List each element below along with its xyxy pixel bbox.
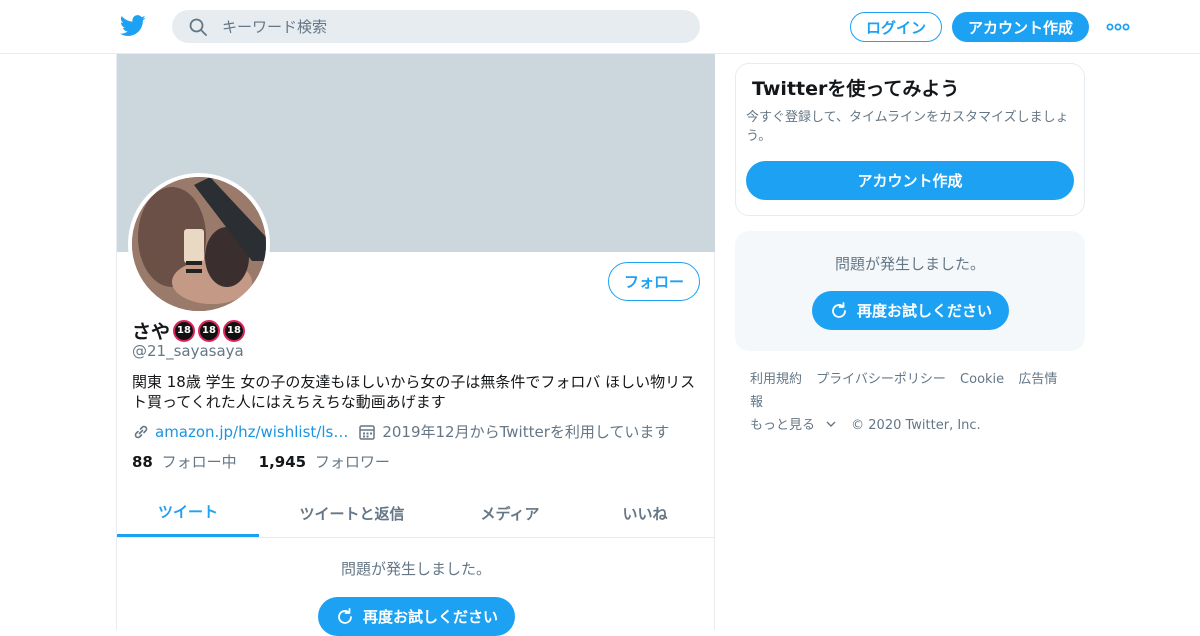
age-18-badge: 18 bbox=[198, 319, 221, 342]
followers-label: フォロワー bbox=[314, 453, 390, 471]
signup-card-button[interactable]: アカウント作成 bbox=[746, 161, 1074, 200]
timeline-retry-button[interactable]: 再度お試しください bbox=[318, 597, 515, 636]
tab-tweets[interactable]: ツイート bbox=[117, 489, 259, 537]
profile-name: さや 18 18 18 bbox=[132, 317, 246, 344]
copyright-text: © 2020 Twitter, Inc. bbox=[851, 418, 981, 433]
refresh-icon bbox=[338, 607, 352, 624]
link-icon bbox=[134, 425, 148, 438]
search-icon bbox=[189, 18, 207, 36]
followers-stat[interactable]: 1,945 フォロワー bbox=[259, 451, 390, 472]
search-input[interactable] bbox=[222, 10, 682, 43]
sidebar-retry-button[interactable]: 再度お試しください bbox=[812, 291, 1009, 330]
footer-link-terms[interactable]: 利用規約 bbox=[750, 372, 802, 387]
footer-more-label: もっと見る bbox=[750, 418, 816, 433]
more-dots-icon[interactable] bbox=[1106, 22, 1130, 32]
footer-link-privacy[interactable]: プライバシーポリシー bbox=[816, 372, 946, 387]
follow-counts: 88 フォロー中 1,945 フォロワー bbox=[132, 451, 412, 472]
age-18-badge: 18 bbox=[223, 319, 246, 342]
profile-column: フォロー さや 18 18 18 @21_sayasaya 関東 18歳 学生 … bbox=[116, 54, 715, 636]
signup-card-title: Twitterを使ってみよう bbox=[752, 78, 960, 100]
signup-card-description: 今すぐ登録して、タイムラインをカスタマイズしましょう。 bbox=[746, 110, 1069, 144]
following-label: フォロー中 bbox=[161, 453, 237, 471]
joined-date: 2019年12月からTwitterを利用しています bbox=[382, 423, 670, 441]
top-navigation-bar: ログイン アカウント作成 bbox=[0, 0, 1200, 54]
avatar-photo-graphic bbox=[132, 177, 266, 311]
profile-tabs: ツイート ツイートと返信 メディア いいね bbox=[117, 489, 715, 538]
refresh-icon bbox=[832, 301, 846, 318]
footer-link-cookie[interactable]: Cookie bbox=[960, 372, 1004, 387]
search-bar[interactable] bbox=[172, 10, 700, 43]
avatar[interactable] bbox=[128, 173, 270, 315]
tab-tweets-replies[interactable]: ツイートと返信 bbox=[259, 489, 445, 537]
retry-label: 再度お試しください bbox=[856, 302, 992, 320]
retry-label: 再度お試しください bbox=[362, 608, 498, 626]
tab-likes[interactable]: いいね bbox=[575, 489, 715, 537]
login-button[interactable]: ログイン bbox=[850, 12, 942, 42]
timeline-error-message: 問題が発生しました。 bbox=[340, 560, 491, 578]
following-count: 88 bbox=[132, 453, 153, 471]
sidebar-error-message: 問題が発生しました。 bbox=[834, 255, 985, 273]
following-stat[interactable]: 88 フォロー中 bbox=[132, 451, 237, 472]
followers-count: 1,945 bbox=[258, 453, 307, 471]
display-name: さや bbox=[132, 321, 171, 343]
avatar-image bbox=[132, 177, 266, 311]
profile-bio: 関東 18歳 学生 女の子の友達もほしいから女の子は無条件でフォロバ ほしい物リ… bbox=[132, 373, 696, 411]
profile-handle: @21_sayasaya bbox=[132, 342, 244, 360]
tab-media[interactable]: メディア bbox=[445, 489, 575, 537]
age-18-badge: 18 bbox=[173, 319, 196, 342]
footer-links: 利用規約 プライバシーポリシー Cookie 広告情報 もっと見る © 2020… bbox=[750, 368, 1080, 437]
profile-meta: amazon.jp/hz/wishlist/ls… 2019年12月からTwit… bbox=[132, 421, 669, 442]
profile-website-link[interactable]: amazon.jp/hz/wishlist/ls… bbox=[155, 423, 348, 441]
sidebar-error-box: 問題が発生しました。 再度お試しください bbox=[735, 231, 1085, 351]
signup-card: Twitterを使ってみよう 今すぐ登録して、タイムラインをカスタマイズしましょ… bbox=[735, 63, 1085, 216]
chevron-down-icon bbox=[826, 421, 836, 427]
follow-button[interactable]: フォロー bbox=[608, 262, 700, 301]
calendar-icon bbox=[359, 424, 376, 440]
signup-button[interactable]: アカウント作成 bbox=[952, 12, 1089, 42]
footer-more-link[interactable]: もっと見る bbox=[750, 418, 837, 433]
twitter-bird-icon[interactable] bbox=[120, 14, 146, 38]
